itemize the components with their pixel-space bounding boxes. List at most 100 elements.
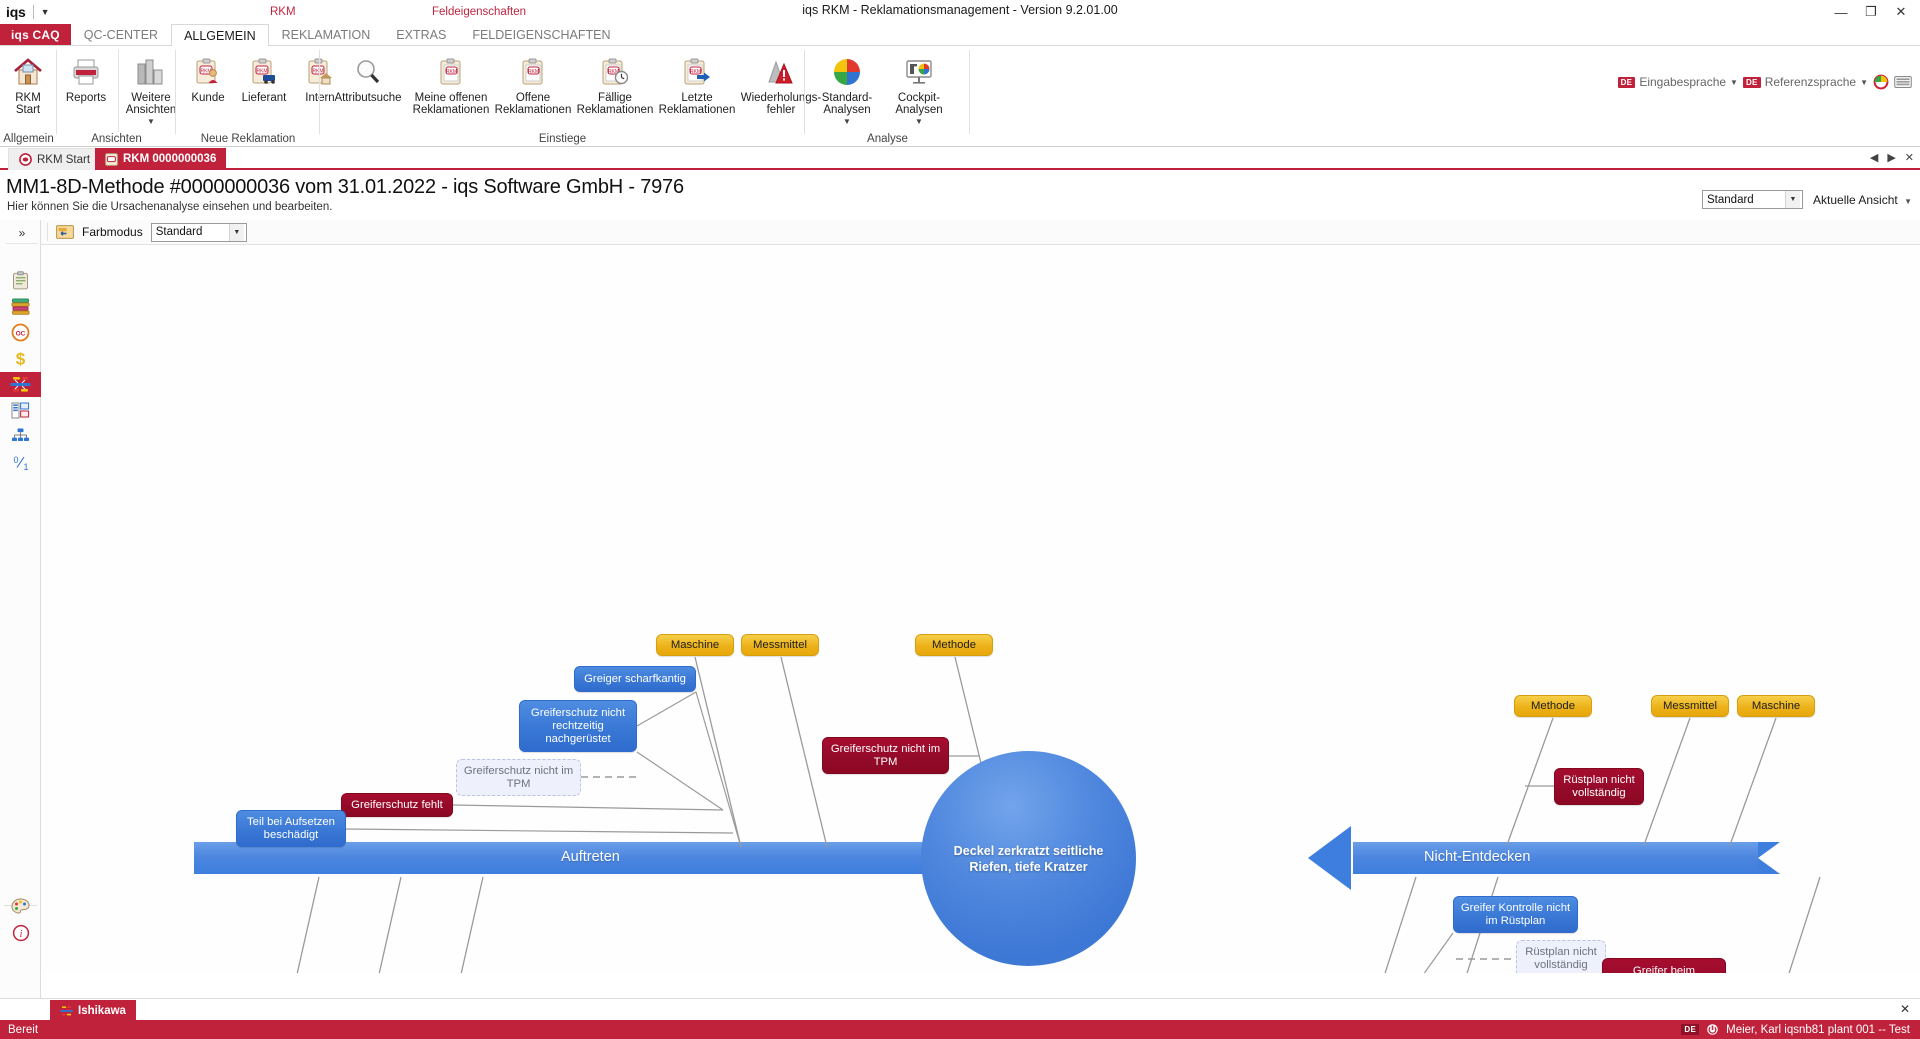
- keyboard-icon[interactable]: [1894, 75, 1912, 89]
- button-kunde[interactable]: RKM Kunde: [180, 50, 236, 105]
- view-select[interactable]: Standard ▼: [1702, 190, 1803, 209]
- button-label: Standard- Analysen: [822, 93, 873, 116]
- rail-expand-button[interactable]: »: [6, 222, 38, 244]
- chevron-down-icon[interactable]: ▼: [229, 224, 244, 241]
- chevron-down-icon[interactable]: ▼: [147, 118, 155, 126]
- printer-icon: [70, 54, 102, 90]
- minimize-button[interactable]: —: [1826, 1, 1856, 23]
- node-cause-greiger-scharfkantig[interactable]: Greiger scharfkantig: [574, 666, 696, 692]
- node-cause-ghost-greiferschutz-nicht-im-tpm[interactable]: Greiferschutz nicht im TPM: [456, 759, 581, 796]
- doctab-prev-icon[interactable]: ◀: [1870, 151, 1878, 164]
- button-reports[interactable]: Reports: [57, 50, 115, 105]
- color-mode-icon[interactable]: [56, 224, 74, 240]
- tab-reklamation[interactable]: REKLAMATION: [269, 24, 384, 45]
- current-view-link[interactable]: Aktuelle Ansicht ▼: [1813, 193, 1912, 207]
- rail-item-clipboard[interactable]: [0, 268, 41, 293]
- reference-language-selector[interactable]: DE Referenzsprache ▼: [1743, 75, 1868, 89]
- doctab-next-icon[interactable]: ▶: [1887, 151, 1895, 164]
- current-view-label: Aktuelle Ansicht: [1813, 193, 1898, 207]
- button-attributsuche[interactable]: Attributsuche: [326, 50, 410, 105]
- chevron-down-icon[interactable]: ▼: [843, 118, 851, 126]
- rail-item-books[interactable]: [0, 294, 41, 319]
- ishikawa-canvas[interactable]: Deckel zerkratzt seitliche Riefen, tiefe…: [41, 245, 1920, 973]
- maximize-restore-button[interactable]: ❐: [1856, 1, 1886, 23]
- dock-tab-ishikawa[interactable]: Ishikawa: [50, 1000, 136, 1021]
- ribbon-group-einstiege: Attributsuche RKM Meine offenen Reklamat…: [320, 46, 805, 147]
- tab-feldeigenschaften[interactable]: FELDEIGENSCHAFTEN: [459, 24, 623, 45]
- status-message: Bereit: [0, 1024, 38, 1036]
- rail-item-org-chart[interactable]: [0, 424, 41, 449]
- button-faellige-reklamationen[interactable]: RKM Fällige Reklamationen: [574, 50, 656, 116]
- group-separator: [969, 50, 970, 134]
- toolbar-separator: [47, 223, 48, 241]
- rail-item-zero-one[interactable]: 0 1: [0, 450, 41, 475]
- doctab-rkm-0000000036[interactable]: RKM 0000000036: [95, 148, 226, 170]
- tab-extras[interactable]: EXTRAS: [383, 24, 459, 45]
- node-category-messmittel-left[interactable]: Messmittel: [741, 634, 819, 656]
- rail-item-tree-list[interactable]: [0, 398, 41, 423]
- chevron-down-icon[interactable]: ▼: [915, 118, 923, 126]
- button-offene-reklamationen[interactable]: RKM Offene Reklamationen: [492, 50, 574, 116]
- rail-item-palette[interactable]: [0, 894, 41, 919]
- node-cause-greiferschutz-fehlt[interactable]: Greiferschutz fehlt: [341, 793, 453, 817]
- button-standard-analysen[interactable]: Standard- Analysen ▼: [811, 50, 883, 126]
- help-circle-icon[interactable]: [1873, 74, 1889, 90]
- status-user-info: Meier, Karl iqsnb81 plant 001 -- Test: [1726, 1024, 1910, 1036]
- dock-close-icon[interactable]: ✕: [1900, 1002, 1910, 1016]
- node-cause-greifer-beim-auftragsbeginn-nicht-geprueft[interactable]: Greifer beim Auftragsbeginn nicht geprüf…: [1602, 958, 1726, 973]
- de-badge-status: DE: [1681, 1024, 1699, 1035]
- input-language-label: Eingabesprache: [1639, 75, 1726, 89]
- chevron-down-icon[interactable]: ▼: [1860, 78, 1868, 87]
- node-category-methode-right[interactable]: Methode: [1514, 695, 1592, 717]
- doctab-close-icon[interactable]: ✕: [1905, 151, 1914, 164]
- button-letzte-reklamationen[interactable]: RKM Letzte Reklamationen: [656, 50, 738, 116]
- close-button[interactable]: ✕: [1886, 1, 1916, 23]
- group-title-einstiege: Einstiege: [320, 133, 805, 145]
- node-cause-greifer-kontrolle-nicht-im-ruestplan[interactable]: Greifer Kontrolle nicht im Rüstplan: [1453, 896, 1578, 933]
- charts-icon: [135, 54, 167, 90]
- node-cause-ghost-ruestplan-nicht-vollstaendig[interactable]: Rüstplan nicht vollständig: [1516, 940, 1606, 973]
- button-label: Cockpit- Analysen: [895, 93, 942, 116]
- node-category-methode-left[interactable]: Methode: [915, 634, 993, 656]
- dock-tab-label: Ishikawa: [78, 1005, 126, 1017]
- rail-item-info[interactable]: i: [0, 920, 41, 945]
- tab-qc-center[interactable]: QC-CENTER: [71, 24, 171, 45]
- de-badge-reference: DE: [1743, 77, 1761, 88]
- power-icon[interactable]: [1706, 1023, 1719, 1036]
- button-lieferant[interactable]: RKM Lieferant: [236, 50, 292, 105]
- node-category-messmittel-right[interactable]: Messmittel: [1651, 695, 1729, 717]
- spine-label-nicht-entdecken: Nicht-Entdecken: [1424, 849, 1530, 865]
- button-label: Meine offenen Reklamationen: [413, 93, 490, 116]
- button-label: Offene Reklamationen: [495, 93, 572, 116]
- node-cause-ruestplan-nicht-vollstaendig[interactable]: Rüstplan nicht vollständig: [1554, 768, 1644, 805]
- chevron-down-icon[interactable]: ▼: [1730, 78, 1738, 87]
- node-cause-greiferschutz-nicht-rechtzeitig-nachgeruestet[interactable]: Greiferschutz nicht rechtzeitig nachgerü…: [519, 700, 637, 752]
- ishikawa-icon: [60, 1005, 73, 1017]
- rail-item-ishikawa[interactable]: [0, 372, 41, 397]
- tab-iqs-caq[interactable]: iqs CAQ: [0, 24, 71, 45]
- group-title-allgemein: Allgemein: [0, 133, 57, 145]
- rail-item-dollar[interactable]: $: [0, 346, 41, 371]
- node-category-maschine-left[interactable]: Maschine: [656, 634, 734, 656]
- tab-allgemein[interactable]: ALLGEMEIN: [171, 24, 269, 47]
- context-label-feldeigenschaften: Feldeigenschaften: [432, 6, 526, 18]
- node-cause-teil-bei-aufsetzen-beschaedigt[interactable]: Teil bei Aufsetzen beschädigt: [236, 810, 346, 847]
- button-rkm-start[interactable]: RKM Start: [0, 50, 56, 116]
- input-language-selector[interactable]: DE Eingabesprache ▼: [1618, 75, 1738, 89]
- chevron-down-icon[interactable]: ▼: [1785, 191, 1800, 208]
- warning-triangle-icon: [766, 54, 796, 90]
- node-cause-greiferschutz-nicht-im-tpm[interactable]: Greiferschutz nicht im TPM: [822, 737, 949, 774]
- button-meine-offenen-reklamationen[interactable]: RKM Meine offenen Reklamationen: [410, 50, 492, 116]
- problem-circle[interactable]: Deckel zerkratzt seitliche Riefen, tiefe…: [921, 751, 1136, 966]
- page-title: MM1-8D-Methode #0000000036 vom 31.01.202…: [0, 172, 1920, 199]
- chevron-down-icon[interactable]: ▼: [1904, 197, 1912, 206]
- svg-text:1: 1: [23, 462, 28, 472]
- de-badge-input: DE: [1618, 77, 1636, 88]
- doctab-rkm-start[interactable]: RKM Start: [8, 148, 101, 170]
- rkm-doc-icon: [105, 153, 118, 166]
- rail-item-oc[interactable]: OC: [0, 320, 41, 345]
- button-weitere-ansichten[interactable]: Weitere Ansichten ▼: [122, 50, 180, 126]
- button-cockpit-analysen[interactable]: Cockpit- Analysen ▼: [883, 50, 955, 126]
- node-category-maschine-right[interactable]: Maschine: [1737, 695, 1815, 717]
- farbmodus-select[interactable]: Standard ▼: [151, 223, 247, 242]
